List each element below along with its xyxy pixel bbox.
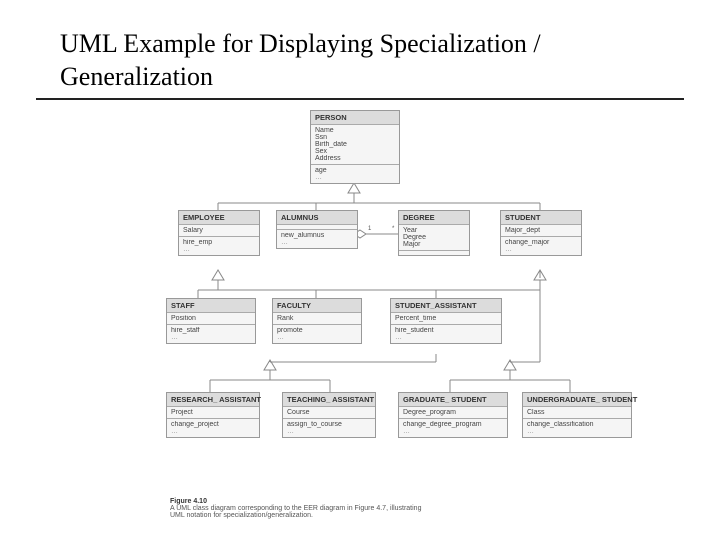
uml-diagram: 1 * PERSON Name Ssn Birth_date Sex Addre… xyxy=(170,110,630,510)
mult-one: 1 xyxy=(368,226,372,232)
slide-title: UML Example for Displaying Specializatio… xyxy=(60,28,660,93)
title-underline xyxy=(36,98,684,100)
class-person: PERSON Name Ssn Birth_date Sex Address a… xyxy=(310,110,400,184)
class-alumnus: ALUMNUS new_alumnus … xyxy=(276,210,358,249)
class-graduate-student: GRADUATE_ STUDENT Degree_program change_… xyxy=(398,392,508,438)
class-faculty: FACULTY Rank promote … xyxy=(272,298,362,344)
figure-caption: Figure 4.10 A UML class diagram correspo… xyxy=(170,498,610,519)
class-employee: EMPLOYEE Salary hire_emp … xyxy=(178,210,260,256)
class-teaching-assistant: TEACHING_ ASSISTANT Course assign_to_cou… xyxy=(282,392,376,438)
mult-star: * xyxy=(392,226,395,232)
class-student-assistant: STUDENT_ASSISTANT Percent_time hire_stud… xyxy=(390,298,502,344)
class-undergraduate-student: UNDERGRADUATE_ STUDENT Class change_clas… xyxy=(522,392,632,438)
class-staff: STAFF Position hire_staff … xyxy=(166,298,256,344)
class-research-assistant: RESEARCH_ ASSISTANT Project change_proje… xyxy=(166,392,260,438)
class-degree: DEGREE Year Degree Major xyxy=(398,210,470,256)
class-student: STUDENT Major_dept change_major … xyxy=(500,210,582,256)
